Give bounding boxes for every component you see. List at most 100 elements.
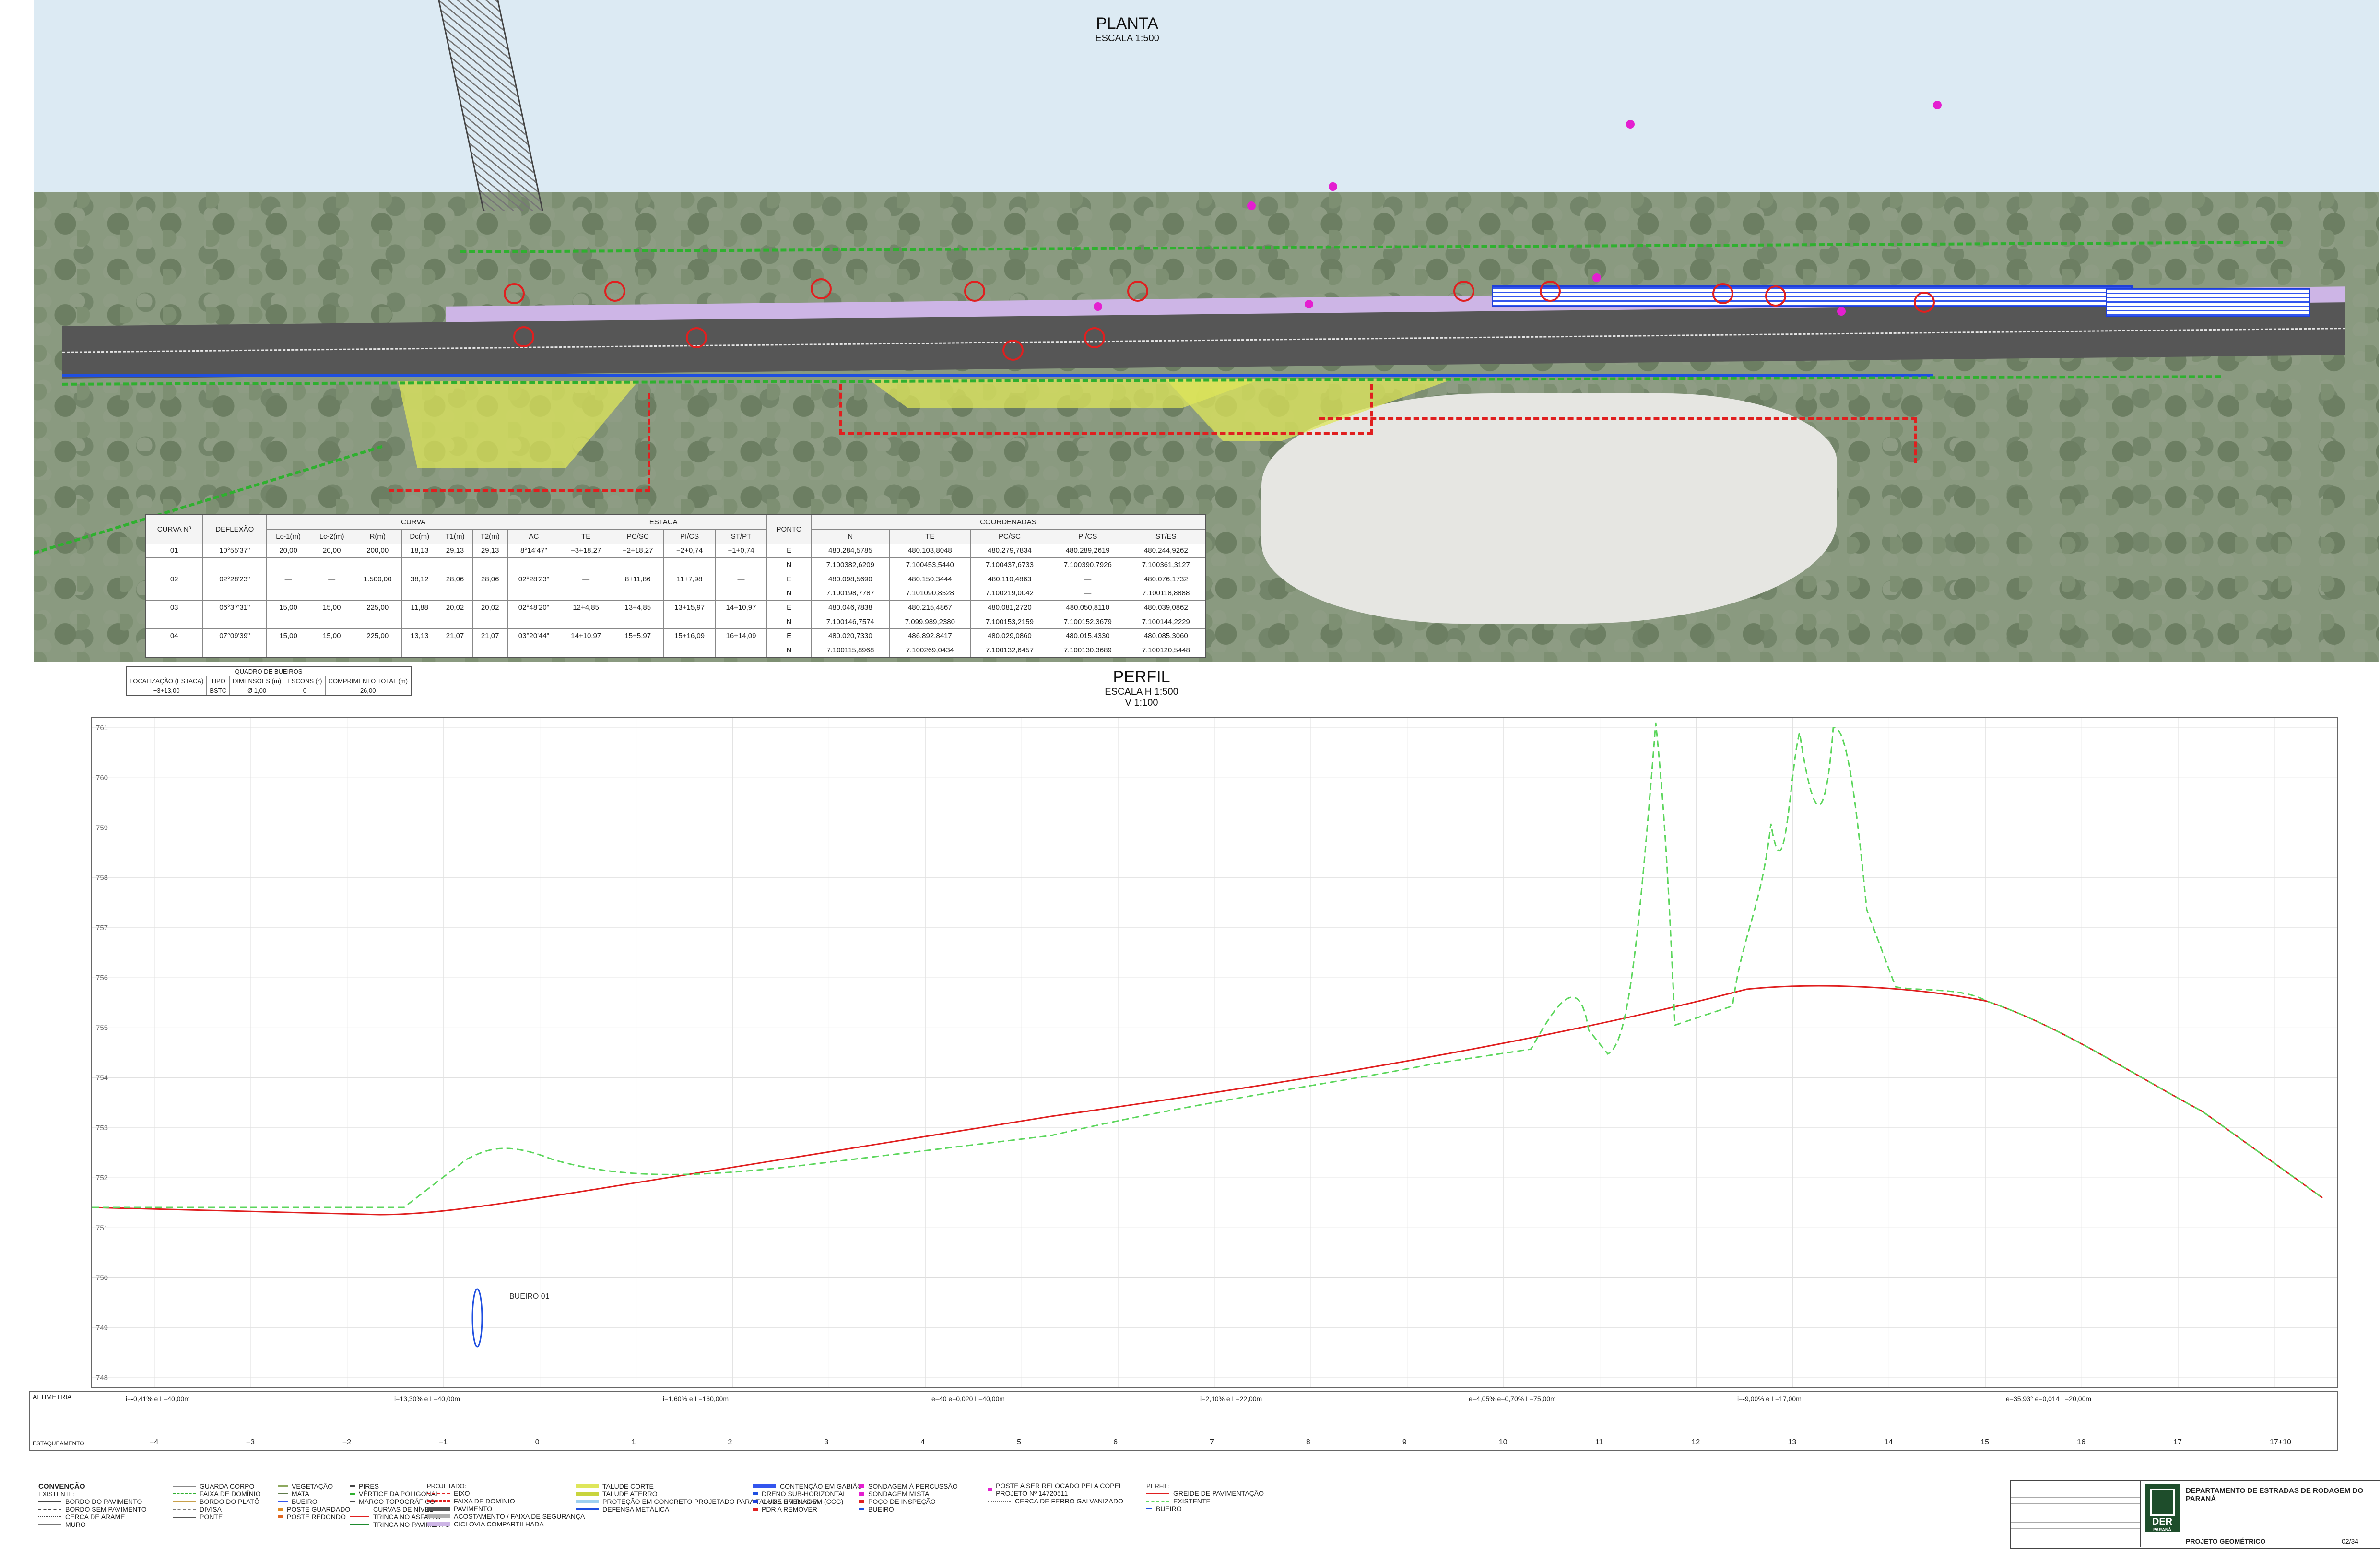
curve-col-header: R(m) xyxy=(353,529,402,544)
curve-table-cell: 13+15,97 xyxy=(663,600,716,615)
sondagem-marker xyxy=(1765,285,1786,307)
legend-item: EXISTENTE xyxy=(1146,1497,1264,1505)
station-label: 5 xyxy=(1017,1438,1022,1446)
station-label: 17 xyxy=(2173,1438,2182,1446)
curve-table-cell: 7.100153,2159 xyxy=(970,614,1049,629)
grade-segment-label: e=40 e=0,020 L=40,00m xyxy=(931,1395,1005,1403)
legend-label: FAIXA DE DOMÍNIO xyxy=(200,1490,261,1498)
legend-label: BORDO DO PAVIMENTO xyxy=(65,1497,142,1505)
curve-table-cell: 14+10,97 xyxy=(715,600,767,615)
curve-table-cell xyxy=(560,557,613,572)
curve-table-cell: 12+4,85 xyxy=(560,600,613,615)
curve-table-cell: 15,00 xyxy=(309,600,354,615)
legend-item: CERCA DE FERRO GALVANIZADO xyxy=(988,1497,1132,1505)
legend-label: VEGETAÇÃO xyxy=(292,1482,333,1490)
legend-col-10: PERFIL: GREIDE DE PAVIMENTAÇÃO EXISTENTE… xyxy=(1146,1482,1264,1513)
curve-table-cell: 200,00 xyxy=(353,543,402,558)
sondagem-marker xyxy=(1002,340,1024,361)
curve-table-cell xyxy=(507,614,561,629)
legend-label: FAIXA DE DOMÍNIO xyxy=(454,1497,515,1505)
grade-segment-label: i=2,10% e L=22,00m xyxy=(1200,1395,1262,1403)
legend-item: CAIXA DRENAGEM (CCG) xyxy=(753,1498,862,1505)
curve-table-cell: E xyxy=(766,571,812,587)
curve-table-cell: 02°48'20" xyxy=(507,600,561,615)
curve-table-cell: 7.100130,3689 xyxy=(1048,643,1127,658)
curve-table-cell xyxy=(145,614,203,629)
curve-table-cell xyxy=(437,643,473,658)
der-logo: DER PARANÁ xyxy=(2145,1484,2180,1532)
legend-item: MURO xyxy=(38,1521,147,1528)
curve-table-cell: 480.098,5690 xyxy=(811,571,890,587)
curve-table-cell: −2+18,27 xyxy=(612,543,664,558)
curve-table-cell: 20,00 xyxy=(266,543,310,558)
legend-item: FAIXA DE DOMÍNIO xyxy=(427,1497,585,1505)
curve-table-cell xyxy=(401,643,438,658)
curve-table-cell: 15,00 xyxy=(309,628,354,644)
station-label: 4 xyxy=(920,1438,925,1446)
curve-table-cell: 480.279,7834 xyxy=(970,543,1049,558)
curve-table-cell: 01 xyxy=(145,543,203,558)
curve-table-cell xyxy=(145,586,203,601)
plan-title-text: PLANTA xyxy=(1096,14,1158,33)
legend-item: POSTE A SER RELOCADO PELA COPEL PROJETO … xyxy=(988,1482,1132,1497)
legend-label: BORDO DO PLATÔ xyxy=(200,1497,259,1505)
legend-subheading: PERFIL: xyxy=(1146,1482,1170,1490)
curve-col-header: TE xyxy=(560,529,613,544)
legend-label: BORDO SEM PAVIMENTO xyxy=(65,1505,147,1513)
curve-table-cell: 11,88 xyxy=(401,600,438,615)
curve-table-cell xyxy=(715,643,767,658)
legend-item: POSTE GUARDADO xyxy=(278,1505,350,1513)
curve-table-cell: 03 xyxy=(145,600,203,615)
red-boundary-3 xyxy=(1319,417,1917,463)
poste-marker xyxy=(1247,201,1256,210)
curve-table-cell xyxy=(560,586,613,601)
curve-table-cell xyxy=(715,586,767,601)
legend-label: POSTE REDONDO xyxy=(287,1513,346,1521)
y-tick-label: 759 xyxy=(96,824,108,832)
curve-col-header: Lc-1(m) xyxy=(266,529,310,544)
legend-subheading: EXISTENTE: xyxy=(38,1490,75,1498)
station-label: 7 xyxy=(1210,1438,1214,1446)
curve-table-cell: 20,02 xyxy=(437,600,473,615)
curve-table-cell xyxy=(202,586,267,601)
curve-table-cell: E xyxy=(766,600,812,615)
curve-table-cell xyxy=(309,614,354,629)
sondagem-marker xyxy=(513,326,534,347)
der-logo-mark xyxy=(2150,1489,2175,1516)
altimetria-label: ALTIMETRIA xyxy=(33,1393,72,1401)
grade-segment-label: i=13,30% e L=40,00m xyxy=(394,1395,460,1403)
curve-table-cell: 7.100437,6733 xyxy=(970,557,1049,572)
curve-table-cell xyxy=(663,586,716,601)
curve-table-row: N 7.100146,7574 7.099.989,2380 7.100153,215… xyxy=(145,614,1206,629)
culvert-cell: 0 xyxy=(284,686,326,696)
station-label: 17+10 xyxy=(2270,1438,2291,1446)
existing-terrain-line xyxy=(92,722,2323,1208)
curve-table-cell: 7.100453,5440 xyxy=(889,557,971,572)
grade-segment-label: i=-9,00% e L=17,00m xyxy=(1737,1395,1802,1403)
curve-table-cell xyxy=(612,614,664,629)
curve-col-header: ST/PT xyxy=(715,529,767,544)
curve-table-cell xyxy=(663,614,716,629)
curve-table-cell: 480.015,4330 xyxy=(1048,628,1127,644)
curve-table-cell: 480.081,2720 xyxy=(970,600,1049,615)
legend-label: BUEIRO xyxy=(868,1505,894,1513)
legend-col-5: PROJETADO: EIXO FAIXA DE DOMÍNIO PAVIMEN… xyxy=(427,1482,585,1528)
curve-table-row: 02 02°28'23" — —1.500,00 38,12 28,06 28,06 02°2… xyxy=(145,571,1206,587)
station-label: 14 xyxy=(1884,1438,1893,1446)
curve-table-cell: 480.103,8048 xyxy=(889,543,971,558)
curve-table-cell xyxy=(612,643,664,658)
curve-table-cell: 28,06 xyxy=(472,571,508,587)
curve-table-cell: — xyxy=(560,571,613,587)
curve-table-cell: N xyxy=(766,643,812,658)
org-name: DEPARTAMENTO DE ESTRADAS DE RODAGEM DO P… xyxy=(2186,1487,2364,1503)
legend-label: SONDAGEM À PERCUSSÃO xyxy=(868,1482,958,1490)
curve-table-cell: 7.100219,0042 xyxy=(970,586,1049,601)
sheet-number: 02/34 xyxy=(2342,1537,2359,1545)
profile-title-text: PERFIL xyxy=(1113,668,1170,686)
culvert-col-header: TIPO xyxy=(206,676,230,686)
legend-item: CICLOVIA COMPARTILHADA xyxy=(427,1520,585,1528)
curve-table-cell xyxy=(472,643,508,658)
station-label: 2 xyxy=(728,1438,732,1446)
curve-col-header: T2(m) xyxy=(472,529,508,544)
y-tick-label: 752 xyxy=(96,1174,108,1182)
